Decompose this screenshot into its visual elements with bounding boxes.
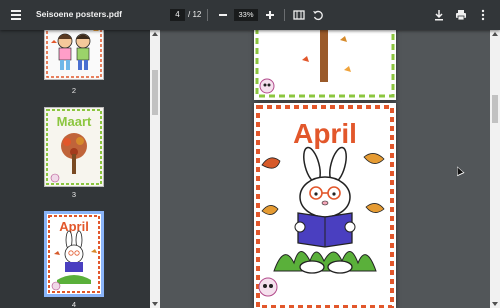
document-viewer[interactable]: April (160, 30, 490, 308)
thumbnail-image: Maart (44, 107, 104, 187)
hamburger-menu-icon[interactable] (8, 7, 24, 23)
minus-icon[interactable] (216, 8, 230, 22)
thumbnail-label: 3 (71, 190, 77, 199)
thumbnail-heading: Maart (57, 114, 92, 129)
toolbar: Seisoene posters.pdf 4 / 12 33% (0, 0, 500, 30)
page-heading: April (293, 118, 357, 149)
zoom-input[interactable]: 33% (234, 9, 258, 21)
download-icon[interactable] (432, 8, 446, 22)
fit-to-page-icon[interactable] (292, 8, 306, 22)
thumbnail-label: 2 (71, 86, 77, 95)
pdf-viewer: Seisoene posters.pdf 4 / 12 33% 2 Maart … (0, 0, 500, 308)
toolbar-divider (284, 9, 285, 21)
page-4-view: April (254, 103, 396, 308)
toolbar-divider (207, 9, 208, 21)
print-icon[interactable] (454, 8, 468, 22)
more-vertical-icon[interactable] (476, 8, 490, 22)
rotate-counterclockwise-icon[interactable] (311, 8, 325, 22)
main-scroll-thumb[interactable] (492, 95, 498, 123)
thumbnail-label: 4 (71, 300, 77, 308)
document-title: Seisoene posters.pdf (36, 9, 122, 19)
thumbnail-image: April (44, 211, 104, 297)
thumbnail-sidebar: 2 Maart 3 April 4 (0, 30, 160, 308)
current-page-input[interactable]: 4 (170, 9, 185, 21)
sidebar-scrollbar[interactable] (150, 30, 160, 308)
page-total: / 12 (188, 10, 202, 19)
page-3-view (254, 30, 396, 100)
thumbnail-image (44, 30, 104, 80)
thumbnail-heading: April (59, 219, 89, 234)
main-scrollbar[interactable] (490, 30, 500, 308)
sidebar-scroll-thumb[interactable] (152, 70, 158, 115)
plus-icon[interactable] (263, 8, 277, 22)
